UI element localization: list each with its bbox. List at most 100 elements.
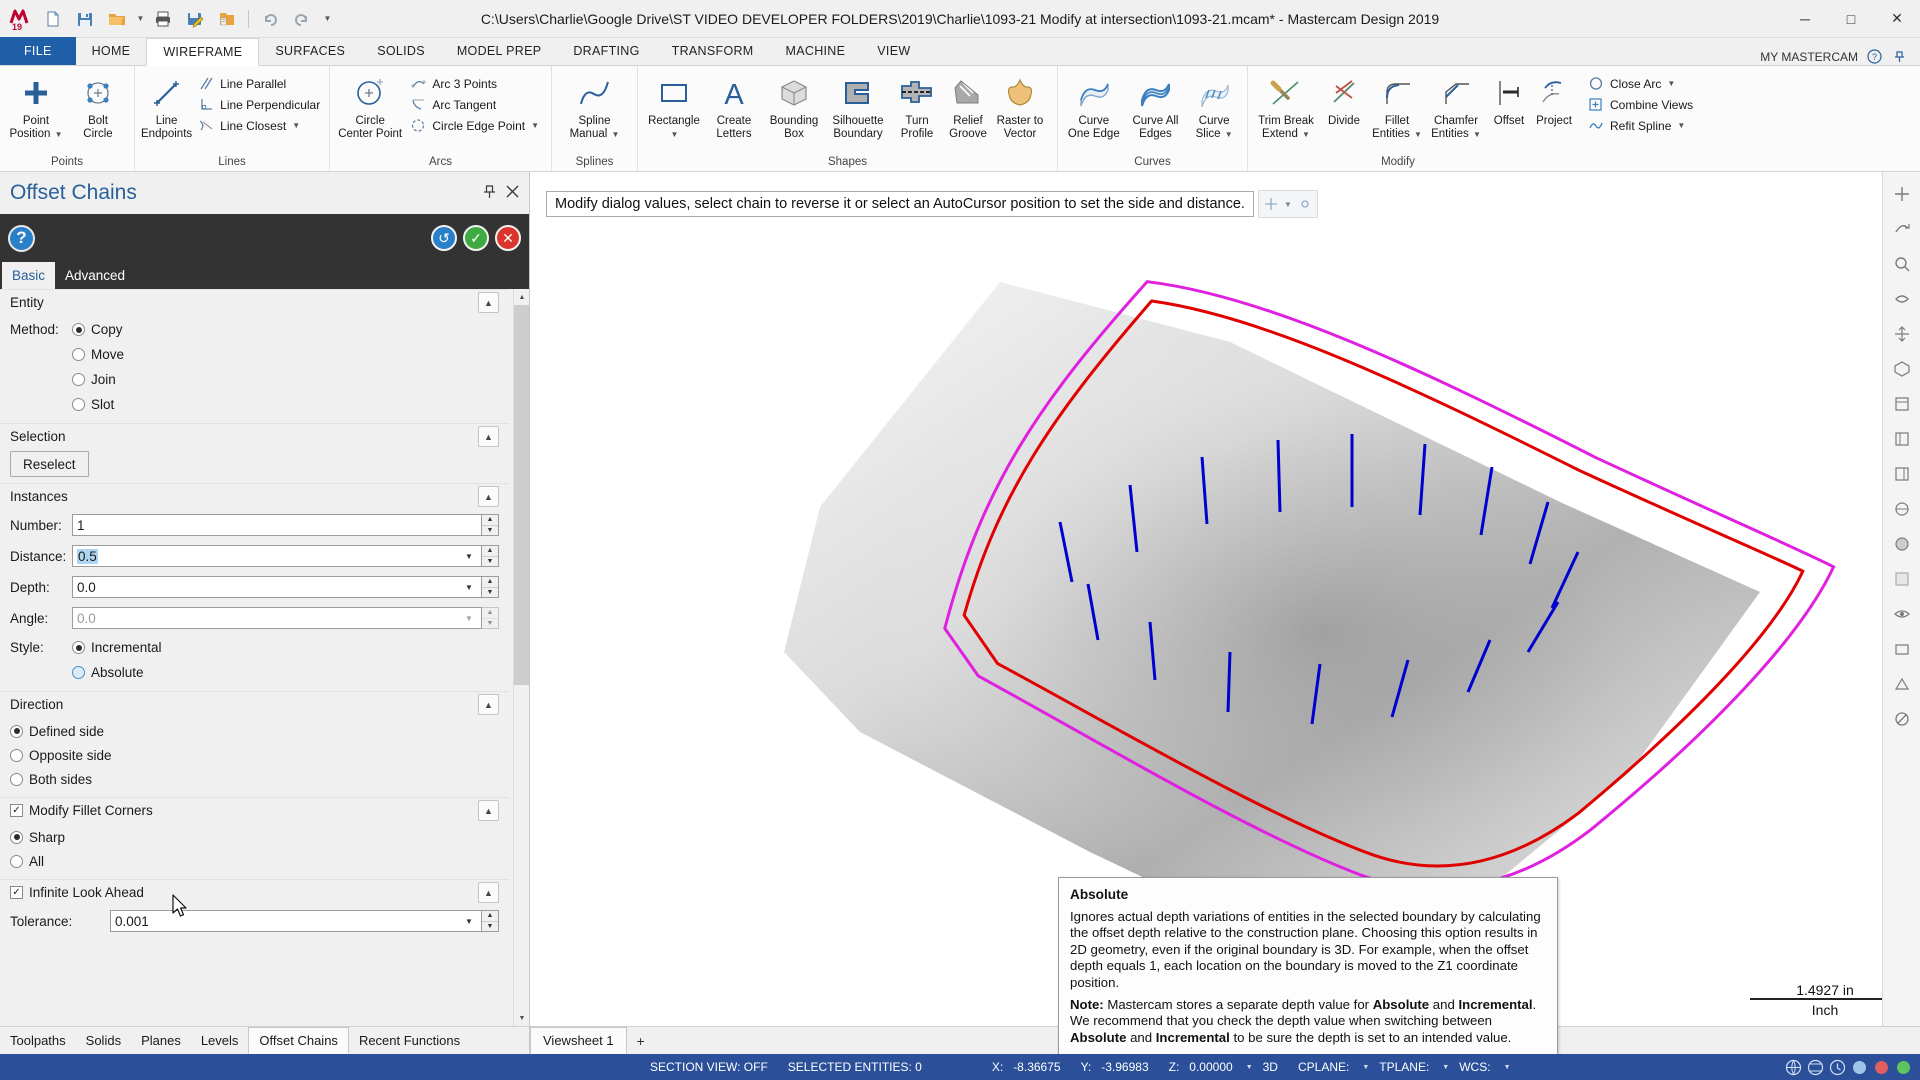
arc-3-points-button[interactable]: Arc 3 Points [405,73,546,94]
open-dropdown-icon[interactable]: ▼ [134,5,146,33]
depth-dropdown-icon[interactable]: ▼ [461,577,477,597]
tab-view[interactable]: VIEW [861,37,926,65]
shaded-icon[interactable] [1886,528,1918,560]
fit-view-icon[interactable] [1886,178,1918,210]
tab-advanced[interactable]: Advanced [55,262,135,289]
collapse-entity-icon[interactable]: ▲ [478,292,499,313]
line-closest-dropdown-icon[interactable]: ▼ [292,121,300,130]
tab-basic[interactable]: Basic [2,262,56,289]
modify-fillet-corners-checkbox[interactable]: ✓ [10,804,23,817]
collapse-fillet-corners-icon[interactable]: ▲ [478,800,499,821]
bottom-tab-toolpaths[interactable]: Toolpaths [0,1027,76,1054]
cplane-dropdown-icon[interactable]: ▼ [1362,1064,1369,1071]
status-cplane-label[interactable]: CPLANE: [1288,1060,1359,1074]
project-button[interactable]: Project [1531,71,1577,130]
scroll-thumb[interactable] [514,305,529,685]
style-option-absolute[interactable]: Absolute [72,661,144,685]
tab-transform[interactable]: TRANSFORM [656,37,770,65]
bottom-tab-recent-functions[interactable]: Recent Functions [349,1027,470,1054]
number-input[interactable]: 1 [72,514,482,536]
add-viewsheet-button[interactable]: + [627,1027,655,1054]
minimize-button[interactable]: ─ [1782,0,1828,38]
ok-button[interactable]: ✓ [463,225,489,251]
bottom-tab-planes[interactable]: Planes [131,1027,191,1054]
tab-file[interactable]: FILE [0,37,76,65]
line-parallel-button[interactable]: Line Parallel [193,73,327,94]
spline-manual-button[interactable]: Spline Manual ▼ [563,71,627,143]
green-sphere-icon[interactable] [1892,1056,1914,1078]
refit-spline-button[interactable]: Refit Spline ▼ [1583,115,1700,136]
chamfer-entities-button[interactable]: Chamfer Entities ▼ [1425,71,1487,143]
divide-button[interactable]: Divide [1319,71,1369,130]
point-position-button[interactable]: Point Position ▼ [5,71,67,143]
circle-center-point-button[interactable]: Circle Center Point [335,71,405,142]
maximize-button[interactable]: □ [1828,0,1874,38]
clock-icon[interactable] [1826,1056,1848,1078]
circle-edge-point-button[interactable]: Circle Edge Point ▼ [405,115,546,136]
unzoom-icon[interactable] [1886,283,1918,315]
trim-break-extend-button[interactable]: Trim Break Extend ▼ [1253,71,1319,143]
pan-icon[interactable] [1886,318,1918,350]
autocursor-controls[interactable]: ▼ [1257,190,1318,218]
cancel-button[interactable]: ✕ [495,225,521,251]
section-header-look-ahead[interactable]: ✓ Infinite Look Ahead ▲ [0,879,509,905]
angle-dropdown-icon[interactable]: ▼ [461,608,477,628]
method-option-join[interactable]: Join [72,368,116,392]
section-header-entity[interactable]: Entity ▲ [0,289,509,315]
z-dropdown-icon[interactable]: ▼ [1246,1064,1253,1071]
close-icon[interactable] [506,185,519,201]
relief-groove-button[interactable]: Relief Groove [943,71,993,142]
line-endpoints-button[interactable]: Line Endpoints [140,71,193,142]
graphics-viewport[interactable]: Modify dialog values, select chain to re… [530,172,1920,1054]
open-folder-icon[interactable] [102,5,132,33]
front-view-icon[interactable] [1886,423,1918,455]
tab-drafting[interactable]: DRAFTING [557,37,655,65]
bounding-box-button[interactable]: Bounding Box [763,71,825,142]
combine-views-button[interactable]: Combine Views [1583,94,1700,115]
new-file-icon[interactable] [38,5,68,33]
reselect-button[interactable]: Reselect [10,451,89,477]
tab-machine[interactable]: MACHINE [770,37,862,65]
right-view-icon[interactable] [1886,458,1918,490]
bolt-circle-button[interactable]: Bolt Circle [67,71,129,142]
status-tplane-label[interactable]: TPLANE: [1369,1060,1439,1074]
curve-all-edges-button[interactable]: Curve All Edges [1125,71,1187,142]
section-view-icon[interactable] [1886,668,1918,700]
apply-repeat-button[interactable]: ↺ [431,225,457,251]
top-view-icon[interactable] [1886,388,1918,420]
wireframe-shading-icon[interactable] [1886,493,1918,525]
tab-solids[interactable]: SOLIDS [361,37,441,65]
collapse-instances-icon[interactable]: ▲ [478,486,499,507]
curve-one-edge-button[interactable]: Curve One Edge [1063,71,1125,142]
depth-spinner[interactable]: ▲ ▼ [482,576,499,598]
undo-icon[interactable] [255,5,285,33]
direction-option-defined-side[interactable]: Defined side [10,719,499,743]
turn-profile-button[interactable]: Turn Profile [891,71,943,142]
close-arc-button[interactable]: Close Arc ▼ [1583,73,1700,94]
panel-help-button[interactable]: ? [8,224,35,252]
red-sphere-icon[interactable] [1870,1056,1892,1078]
line-perpendicular-button[interactable]: Line Perpendicular [193,94,327,115]
pin-icon[interactable] [483,184,496,202]
translucent-icon[interactable] [1886,563,1918,595]
arc-tangent-button[interactable]: Arc Tangent [405,94,546,115]
direction-option-opposite-side[interactable]: Opposite side [10,743,499,767]
create-letters-button[interactable]: A Create Letters [705,71,763,142]
angle-input[interactable]: 0.0 ▼ [72,607,482,629]
section-header-instances[interactable]: Instances ▲ [0,483,509,509]
section-header-selection[interactable]: Selection ▲ [0,423,509,449]
refit-spline-dropdown-icon[interactable]: ▼ [1677,121,1685,130]
globe2-icon[interactable] [1804,1056,1826,1078]
curve-slice-button[interactable]: Curve Slice ▼ [1186,71,1242,143]
isometric-view-icon[interactable] [1886,353,1918,385]
viewsheet-tab[interactable]: Viewsheet 1 [530,1027,627,1054]
zoom-window-icon[interactable] [1886,248,1918,280]
close-button[interactable]: ✕ [1874,0,1920,38]
print-icon[interactable] [148,5,178,33]
rectangle-button[interactable]: Rectangle ▼ [643,71,705,143]
zip-icon[interactable] [212,5,242,33]
tolerance-input[interactable]: 0.001 ▼ [110,910,482,932]
method-option-copy[interactable]: Copy [72,318,123,342]
tab-home[interactable]: HOME [76,37,147,65]
depth-input[interactable]: 0.0 ▼ [72,576,482,598]
